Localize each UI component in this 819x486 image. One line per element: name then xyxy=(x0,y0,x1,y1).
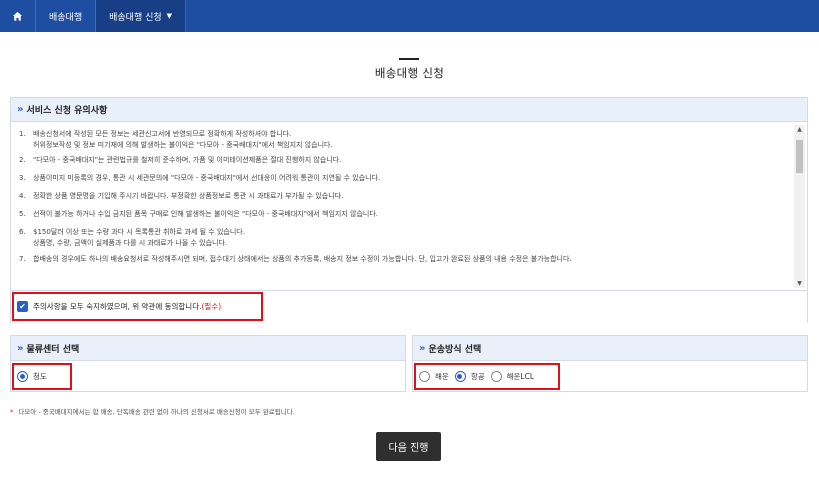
item-text: $150달러 이상 또는 수량 과다 시 목록통관 취하로 과세 될 수 있습니… xyxy=(33,228,245,236)
item-number: 4. xyxy=(19,192,26,200)
item-text: 상품이미지 미등록의 경우, 통관 시 세관문의에 "다모아 - 중국배대지"에… xyxy=(33,174,381,182)
home-button[interactable] xyxy=(0,0,36,32)
center-heading: » 물류센터 선택 xyxy=(11,336,405,361)
list-item: 3. 상품이미지 미등록의 경우, 통관 시 세관문의에 "다모아 - 중국배대… xyxy=(19,173,791,191)
double-chevron-icon: » xyxy=(17,342,24,354)
next-button[interactable]: 다음 진행 xyxy=(376,432,441,461)
footnote-text: 다모아 - 중국배대지에서는 합 배송, 단독배송 관련 없이 하나의 신청서로… xyxy=(18,408,295,416)
item-number: 6. xyxy=(19,228,26,236)
item-text: 허위정보작성 및 정보 미기재에 의해 발생하는 불이익은 "다모아 - 중국배… xyxy=(33,141,333,149)
shipping-heading: » 운송방식 선택 xyxy=(413,336,807,361)
double-chevron-icon: » xyxy=(17,104,24,115)
item-text: 선적이 불가능 하거나 수입 금지된 품목 구매로 인해 발생하는 불이익은 "… xyxy=(33,210,379,218)
scroll-thumb[interactable] xyxy=(796,140,803,173)
list-item: 2. "다모아 - 중국배대지"는 관련법규를 철저히 준수하며, 가품 및 이… xyxy=(19,155,791,173)
agree-highlight-box[interactable]: ✔ 주의사항을 모두 숙지하였으며, 위 약관에 동의합니다. (필수) xyxy=(12,292,263,321)
double-chevron-icon: » xyxy=(419,342,426,354)
shipping-options-highlight: 해운 항공 해운LCL xyxy=(414,363,560,390)
page-title: 배송대행 신청 xyxy=(374,66,445,80)
item-text: 합배송의 경우에도 하나의 배송요청서로 작성해주시면 되며, 접수대기 상태에… xyxy=(33,255,572,263)
item-number: 1. xyxy=(19,130,26,138)
radio-air[interactable] xyxy=(454,371,466,382)
item-text: 배송신청서에 작성된 모든 정보는 세관신고서에 반영되므로 정확하게 작성하셔… xyxy=(33,130,292,138)
list-item: 1. 배송신청서에 작성된 모든 정보는 세관신고서에 반영되므로 정확하게 작… xyxy=(19,129,791,151)
shipping-heading-label: 운송방식 선택 xyxy=(428,344,482,355)
home-icon xyxy=(12,11,23,21)
scroll-up-icon[interactable]: ▲ xyxy=(794,125,805,134)
item-number: 3. xyxy=(19,174,26,182)
nav-item-label: 배송대행 신청 xyxy=(109,12,162,23)
radio-label[interactable]: 해운 xyxy=(435,371,449,382)
notice-heading: » 서비스 신청 유의사항 xyxy=(11,98,807,122)
radio-center-qingdao[interactable] xyxy=(17,371,28,382)
notice-heading-label: 서비스 신청 유의사항 xyxy=(26,106,108,116)
radio-label[interactable]: 해운LCL xyxy=(507,371,534,382)
center-options-highlight: 청도 xyxy=(12,363,72,390)
list-item: 6. $150달러 이상 또는 수량 과다 시 목록통관 취하로 과세 될 수 … xyxy=(19,227,791,254)
radio-sea[interactable] xyxy=(419,371,430,382)
item-text: 상품명, 수량, 금액이 실제품과 다를 시 과태료가 나올 수 있습니다. xyxy=(33,239,228,247)
item-number: 5. xyxy=(19,210,26,218)
nav-item-label: 배송대행 xyxy=(49,12,83,23)
shipping-method-panel: » 운송방식 선택 해운 항공 해운LCL xyxy=(412,335,808,392)
list-item: 4. 정확한 상품 영문명을 기입해 주시기 바랍니다. 부정확한 상품정보로 … xyxy=(19,191,791,209)
list-item: 5. 선적이 불가능 하거나 수입 금지된 품목 구매로 인해 발생하는 불이익… xyxy=(19,209,791,227)
item-number: 7. xyxy=(19,255,26,263)
agree-label[interactable]: 주의사항을 모두 숙지하였으며, 위 약관에 동의합니다. xyxy=(33,301,202,312)
radio-sea-lcl[interactable] xyxy=(490,371,502,382)
center-heading-label: 물류센터 선택 xyxy=(26,344,80,355)
required-mark: (필수) xyxy=(201,302,222,311)
nav-item-shipping-request[interactable]: 배송대행 신청 ▼ xyxy=(96,0,187,32)
agree-row: ✔ 주의사항을 모두 숙지하였으며, 위 약관에 동의합니다. (필수) xyxy=(11,290,807,323)
item-text: 정확한 상품 영문명을 기입해 주시기 바랍니다. 부정확한 상품정보로 통관 … xyxy=(33,192,344,200)
scroll-down-icon[interactable]: ▼ xyxy=(794,279,805,288)
item-text: "다모아 - 중국배대지"는 관련법규를 철저히 준수하며, 가품 및 이미테이… xyxy=(33,156,342,164)
nav-item-shipping-agency[interactable]: 배송대행 xyxy=(36,0,97,32)
top-nav: 배송대행 배송대행 신청 ▼ xyxy=(0,0,819,32)
item-number: 2. xyxy=(19,156,26,164)
footnote: * 다모아 - 중국배대지에서는 합 배송, 단독배송 관련 없이 하나의 신청… xyxy=(10,406,295,416)
title-accent-bar xyxy=(399,58,419,60)
list-item: 7. 합배송의 경우에도 하나의 배송요청서로 작성해주시면 되며, 접수대기 … xyxy=(19,254,791,268)
caret-down-icon: ▼ xyxy=(166,12,173,20)
notice-list: 1. 배송신청서에 작성된 모든 정보는 세관신고서에 반영되므로 정확하게 작… xyxy=(11,123,791,289)
notice-scrollbar[interactable]: ▲ ▼ xyxy=(794,125,805,288)
radio-label[interactable]: 항공 xyxy=(471,371,485,382)
footnote-star: * xyxy=(10,408,14,416)
service-notice-panel: » 서비스 신청 유의사항 1. 배송신청서에 작성된 모든 정보는 세관신고서… xyxy=(10,97,808,323)
agree-checkbox[interactable]: ✔ xyxy=(17,301,28,312)
logistics-center-panel: » 물류센터 선택 청도 xyxy=(10,335,406,392)
radio-label[interactable]: 청도 xyxy=(33,371,47,382)
